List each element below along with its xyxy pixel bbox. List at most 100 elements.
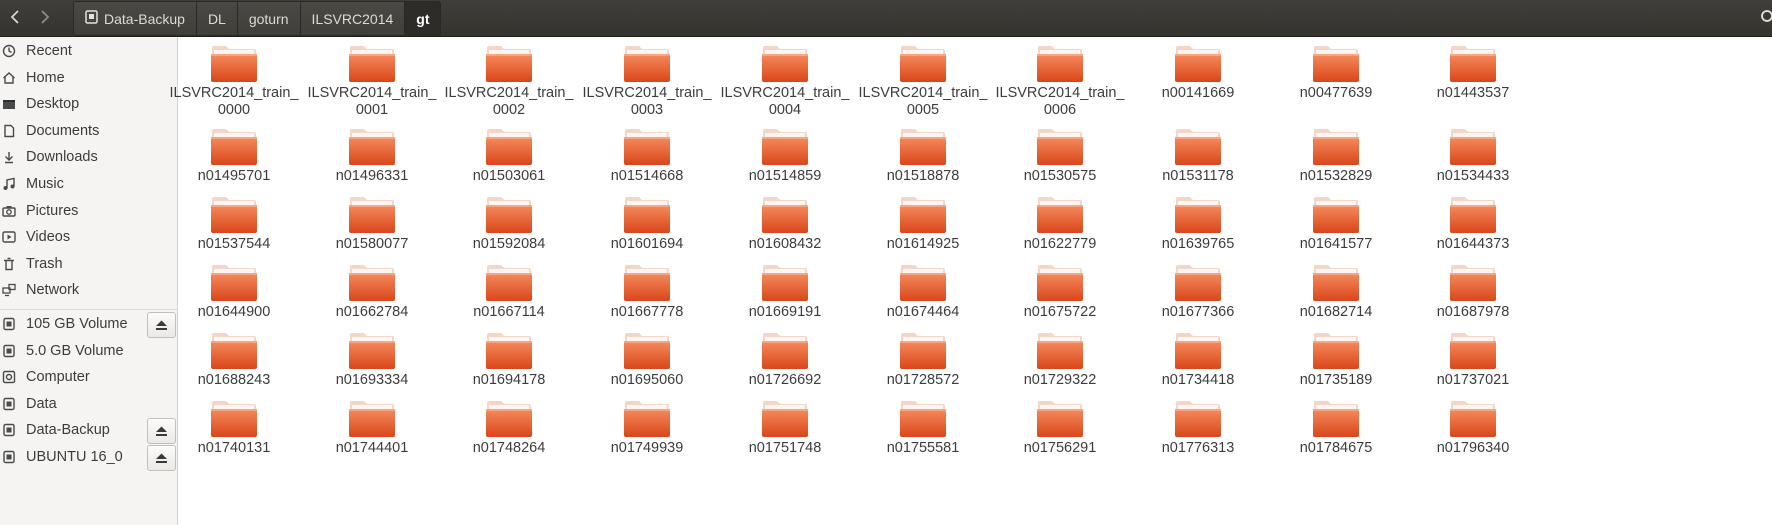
folder-item[interactable]: n01737021 <box>1398 332 1548 389</box>
folder-name: n01755581 <box>886 440 960 456</box>
folder-item[interactable]: n01662784 <box>297 264 447 321</box>
folder-icon <box>211 46 257 82</box>
folder-item[interactable]: n01734418 <box>1123 332 1273 389</box>
folder-item[interactable]: n01530575 <box>985 128 1135 185</box>
folder-item[interactable]: n01726692 <box>710 332 860 389</box>
sidebar-item-desktop[interactable]: Desktop <box>0 90 177 118</box>
folder-name: n01751748 <box>748 440 822 456</box>
folder-item[interactable]: n01443537 <box>1398 45 1548 102</box>
folder-name: n01503061 <box>472 168 546 184</box>
folder-item[interactable]: n01674464 <box>848 264 998 321</box>
folder-item[interactable]: n00141669 <box>1123 45 1273 102</box>
folder-item[interactable]: n01693334 <box>297 332 447 389</box>
sidebar-item-downloads[interactable]: Downloads <box>0 143 177 171</box>
breadcrumb-item[interactable]: goturn <box>237 2 301 35</box>
sidebar-item-trash[interactable]: Trash <box>0 250 177 278</box>
folder-item[interactable]: n01639765 <box>1123 196 1273 253</box>
folder-icon <box>624 129 670 165</box>
folder-item[interactable]: ILSVRC2014_train_0003 <box>572 45 722 119</box>
folder-item[interactable]: ILSVRC2014_train_0000 <box>159 45 309 119</box>
folder-item[interactable]: n00477639 <box>1261 45 1411 102</box>
folder-item[interactable]: n01667778 <box>572 264 722 321</box>
folder-name: n01744401 <box>335 440 409 456</box>
folder-item[interactable]: n01667114 <box>434 264 584 321</box>
folder-item[interactable]: n01695060 <box>572 332 722 389</box>
folder-item[interactable]: n01688243 <box>159 332 309 389</box>
folder-name: n01740131 <box>197 440 271 456</box>
folder-item[interactable]: n01580077 <box>297 196 447 253</box>
folder-item[interactable]: n01518878 <box>848 128 998 185</box>
folder-item[interactable]: n01735189 <box>1261 332 1411 389</box>
sidebar-item-recent[interactable]: Recent <box>0 37 177 65</box>
folder-item[interactable]: n01755581 <box>848 400 998 457</box>
sidebar-item-label: Data-Backup <box>26 422 110 439</box>
folder-icon <box>486 129 532 165</box>
folder-icon <box>349 46 395 82</box>
sidebar-item-music[interactable]: Music <box>0 170 177 198</box>
folder-icon <box>624 333 670 369</box>
folder-item[interactable]: n01728572 <box>848 332 998 389</box>
folder-item[interactable]: n01675722 <box>985 264 1135 321</box>
sidebar-item-network[interactable]: Network <box>0 276 177 304</box>
folder-item[interactable]: ILSVRC2014_train_0006 <box>985 45 1135 119</box>
folder-item[interactable]: n01729322 <box>985 332 1135 389</box>
folder-item[interactable]: ILSVRC2014_train_0005 <box>848 45 998 119</box>
folder-item[interactable]: n01592084 <box>434 196 584 253</box>
folder-item[interactable]: n01495701 <box>159 128 309 185</box>
folder-item[interactable]: n01687978 <box>1398 264 1548 321</box>
sidebar-item-pictures[interactable]: Pictures <box>0 197 177 225</box>
folder-icon <box>762 333 808 369</box>
folder-item[interactable]: ILSVRC2014_train_0002 <box>434 45 584 119</box>
folder-item[interactable]: n01608432 <box>710 196 860 253</box>
folder-item[interactable]: n01749939 <box>572 400 722 457</box>
folder-item[interactable]: n01784675 <box>1261 400 1411 457</box>
breadcrumb-item[interactable]: gt <box>405 2 441 35</box>
sidebar-item-5-0-gb-volume[interactable]: 5.0 GB Volume <box>0 337 177 365</box>
folder-item[interactable]: n01622779 <box>985 196 1135 253</box>
folder-item[interactable]: n01776313 <box>1123 400 1273 457</box>
folder-item[interactable]: ILSVRC2014_train_0001 <box>297 45 447 119</box>
folder-item[interactable]: n01751748 <box>710 400 860 457</box>
back-button[interactable] <box>0 1 30 33</box>
folder-item[interactable]: n01744401 <box>297 400 447 457</box>
folder-item[interactable]: n01531178 <box>1123 128 1273 185</box>
folder-item[interactable]: n01796340 <box>1398 400 1548 457</box>
folder-item[interactable]: n01601694 <box>572 196 722 253</box>
folder-item[interactable]: n01532829 <box>1261 128 1411 185</box>
folder-item[interactable]: n01641577 <box>1261 196 1411 253</box>
breadcrumb-item[interactable]: ILSVRC2014 <box>300 2 406 35</box>
folder-item[interactable]: n01677366 <box>1123 264 1273 321</box>
folder-item[interactable]: n01644373 <box>1398 196 1548 253</box>
folder-item[interactable]: n01740131 <box>159 400 309 457</box>
folder-item[interactable]: n01614925 <box>848 196 998 253</box>
folder-item[interactable]: n01756291 <box>985 400 1135 457</box>
folder-item[interactable]: n01694178 <box>434 332 584 389</box>
breadcrumb-item[interactable]: DL <box>196 2 238 35</box>
sidebar: Recent Home Desktop Documents Downloads Music… <box>0 37 178 525</box>
search-button[interactable] <box>1750 1 1772 33</box>
folder-item[interactable]: n01534433 <box>1398 128 1548 185</box>
sidebar-item-documents[interactable]: Documents <box>0 117 177 145</box>
sidebar-item-videos[interactable]: Videos <box>0 223 177 251</box>
sidebar-item-home[interactable]: Home <box>0 64 177 92</box>
breadcrumb-item[interactable]: Data-Backup <box>74 2 197 35</box>
folder-item[interactable]: n01503061 <box>434 128 584 185</box>
folder-name: ILSVRC2014_train_0002 <box>444 85 574 118</box>
sidebar-item-computer[interactable]: Computer <box>0 363 177 391</box>
forward-button[interactable] <box>30 1 60 33</box>
folder-item[interactable]: n01748264 <box>434 400 584 457</box>
folder-item[interactable]: n01644900 <box>159 264 309 321</box>
folder-icon <box>211 197 257 233</box>
folder-icon <box>900 265 946 301</box>
folder-item[interactable]: n01537544 <box>159 196 309 253</box>
folder-item[interactable]: n01514668 <box>572 128 722 185</box>
sidebar-item-label: Computer <box>26 369 90 386</box>
folder-icon <box>1450 129 1496 165</box>
folder-item[interactable]: ILSVRC2014_train_0004 <box>710 45 860 119</box>
folder-item[interactable]: n01669191 <box>710 264 860 321</box>
folder-item[interactable]: n01496331 <box>297 128 447 185</box>
folder-item[interactable]: n01682714 <box>1261 264 1411 321</box>
folder-item[interactable]: n01514859 <box>710 128 860 185</box>
sidebar-item-data[interactable]: Data <box>0 390 177 418</box>
computer-icon <box>2 370 16 384</box>
